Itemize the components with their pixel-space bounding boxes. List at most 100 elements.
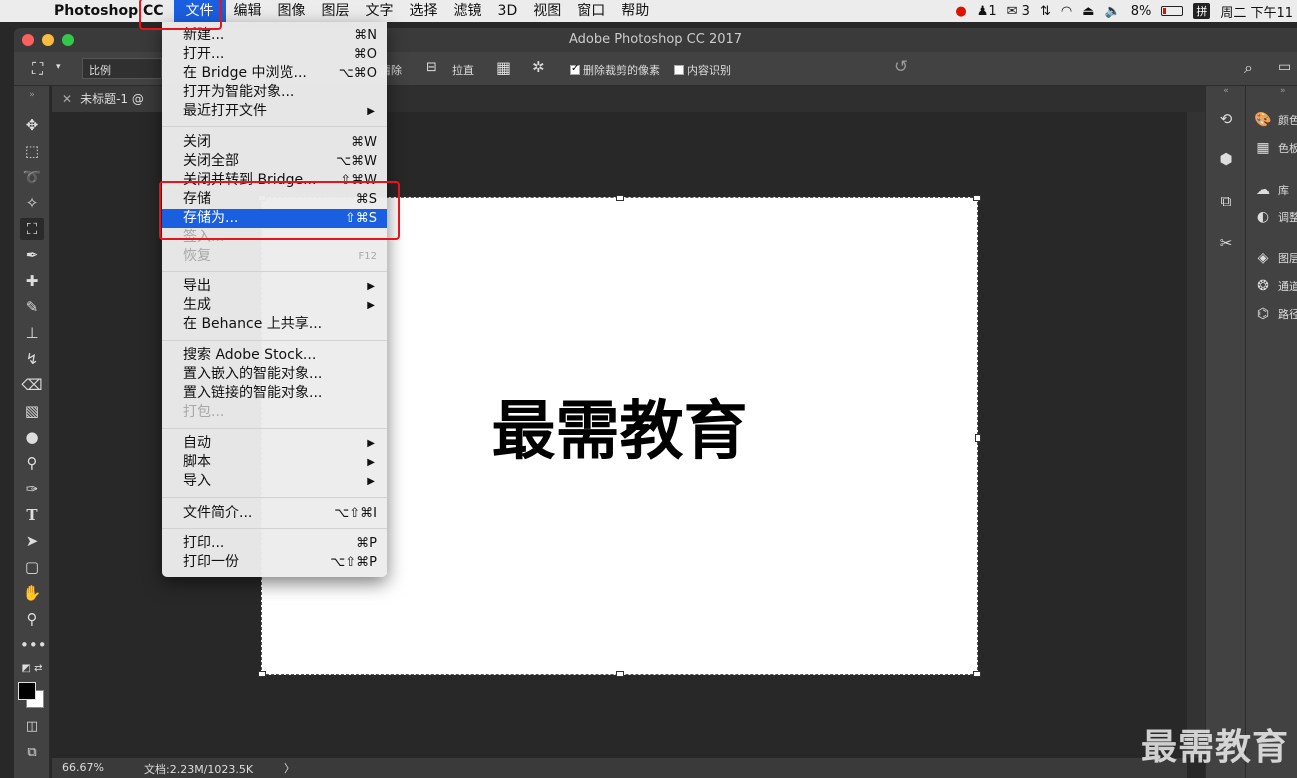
crop-handle-bottom-right[interactable] bbox=[973, 671, 981, 677]
panel-libraries[interactable]: ☁ 库 bbox=[1254, 180, 1289, 200]
lasso-tool-icon[interactable]: ➰ bbox=[20, 166, 44, 188]
eraser-tool-icon[interactable]: ⌫ bbox=[20, 374, 44, 396]
menu-type[interactable]: 文字 bbox=[358, 0, 402, 22]
menu-item-place-linked[interactable]: 置入链接的智能对象... bbox=[162, 384, 387, 403]
collapse-dock-icon[interactable]: « bbox=[1216, 86, 1236, 106]
more-tools-icon[interactable]: ••• bbox=[20, 634, 47, 656]
history-brush-tool-icon[interactable]: ↯ bbox=[20, 348, 44, 370]
menu-item-browse-bridge[interactable]: 在 Bridge 中浏览... ⌥⌘O bbox=[162, 64, 387, 83]
reset-icon[interactable]: ↺ bbox=[894, 57, 908, 77]
blur-tool-icon[interactable]: ● bbox=[20, 426, 44, 448]
zoom-tool-icon[interactable]: ⚲ bbox=[20, 608, 44, 630]
menu-window[interactable]: 窗口 bbox=[569, 0, 613, 22]
healing-brush-tool-icon[interactable]: ✚ bbox=[20, 270, 44, 292]
menu-item-print-one-copy[interactable]: 打印一份 ⌥⇧⌘P bbox=[162, 553, 387, 572]
gear-icon[interactable]: ✲ bbox=[532, 58, 545, 76]
volume-icon[interactable]: 🔈 bbox=[1105, 4, 1121, 19]
dodge-tool-icon[interactable]: ⚲ bbox=[20, 452, 44, 474]
chevron-down-icon[interactable]: ▾ bbox=[56, 62, 61, 72]
marquee-tool-icon[interactable]: ⬚ bbox=[20, 140, 44, 162]
search-icon[interactable]: ⌕ bbox=[1244, 58, 1253, 78]
wechat-icon[interactable]: ✉ 3 bbox=[1007, 4, 1030, 19]
menu-filter[interactable]: 滤镜 bbox=[446, 0, 490, 22]
crop-handle-bottom-left[interactable] bbox=[258, 671, 266, 677]
wifi-icon[interactable]: ◠ bbox=[1061, 4, 1072, 19]
crop-handle-bottom[interactable] bbox=[616, 671, 624, 677]
close-window-button[interactable] bbox=[22, 34, 34, 46]
3d-panel-icon[interactable]: ⬢ bbox=[1216, 150, 1236, 170]
quick-mask-icon[interactable]: ◫ bbox=[20, 716, 44, 738]
hand-tool-icon[interactable]: ✋ bbox=[20, 582, 44, 604]
stamp-tool-icon[interactable]: ⊥ bbox=[20, 322, 44, 344]
panel-swatches[interactable]: ▦ 色板 bbox=[1254, 138, 1297, 158]
workspace-icon[interactable]: ▭ bbox=[1278, 59, 1291, 75]
menu-item-scripts[interactable]: 脚本 ▶ bbox=[162, 453, 387, 472]
battery-icon[interactable] bbox=[1161, 6, 1184, 16]
properties-panel-icon[interactable]: ⧉ bbox=[1216, 192, 1236, 212]
menu-item-place-embedded[interactable]: 置入嵌入的智能对象... bbox=[162, 365, 387, 384]
menu-edit[interactable]: 编辑 bbox=[226, 0, 270, 22]
delete-cropped-pixels-checkbox[interactable]: 删除裁剪的像素 bbox=[570, 62, 660, 78]
input-method-icon[interactable]: 拼 bbox=[1193, 3, 1211, 19]
panel-layers[interactable]: ◈ 图层 bbox=[1254, 248, 1297, 268]
network-icon[interactable]: ⇅ bbox=[1040, 4, 1051, 19]
menu-view[interactable]: 视图 bbox=[525, 0, 569, 22]
crop-ratio-select[interactable]: 比例 bbox=[82, 58, 162, 79]
straighten-button[interactable]: 拉直 bbox=[452, 62, 474, 78]
brush-tool-icon[interactable]: ✎ bbox=[20, 296, 44, 318]
default-colors-icon[interactable]: ◩ ⇄ bbox=[20, 658, 44, 680]
move-tool-icon[interactable]: ✥ bbox=[20, 114, 44, 136]
status-menu-button[interactable]: 〉 bbox=[284, 760, 295, 776]
panel-color[interactable]: 🎨 颜色 bbox=[1254, 110, 1297, 130]
canvas-vertical-scrollbar[interactable] bbox=[1187, 112, 1205, 758]
clock[interactable]: 周二 下午11 bbox=[1220, 2, 1293, 21]
menu-help[interactable]: 帮助 bbox=[613, 0, 657, 22]
crop-handle-top[interactable] bbox=[616, 195, 624, 201]
path-selection-tool-icon[interactable]: ➤ bbox=[20, 530, 44, 552]
menu-item-open-recent[interactable]: 最近打开文件 ▶ bbox=[162, 102, 387, 121]
zoom-window-button[interactable] bbox=[62, 34, 74, 46]
creative-cloud-icon[interactable]: ● bbox=[955, 4, 966, 19]
menu-item-automate[interactable]: 自动 ▶ bbox=[162, 434, 387, 453]
pen-tool-icon[interactable]: ✑ bbox=[20, 478, 44, 500]
zoom-level[interactable]: 66.67% bbox=[62, 761, 104, 774]
content-aware-checkbox[interactable]: 内容识别 bbox=[674, 62, 731, 78]
collapse-panel-icon[interactable]: » bbox=[20, 84, 44, 106]
gradient-tool-icon[interactable]: ▧ bbox=[20, 400, 44, 422]
screen-mode-icon[interactable]: ⧉ bbox=[20, 742, 44, 764]
menu-item-search-stock[interactable]: 搜索 Adobe Stock... bbox=[162, 346, 387, 365]
menu-item-file-info[interactable]: 文件简介... ⌥⇧⌘I bbox=[162, 504, 387, 523]
menu-item-share-behance[interactable]: 在 Behance 上共享... bbox=[162, 315, 387, 334]
menu-item-print[interactable]: 打印... ⌘P bbox=[162, 534, 387, 553]
close-tab-icon[interactable]: ✕ bbox=[62, 92, 72, 106]
eyedropper-tool-icon[interactable]: ✒ bbox=[20, 244, 44, 266]
document-tab[interactable]: ✕未标题-1 @ 66. bbox=[52, 86, 164, 132]
menu-image[interactable]: 图像 bbox=[270, 0, 314, 22]
menu-item-import[interactable]: 导入 ▶ bbox=[162, 472, 387, 491]
eject-icon[interactable]: ⏏ bbox=[1082, 4, 1094, 19]
minimize-window-button[interactable] bbox=[42, 34, 54, 46]
menu-item-open[interactable]: 打开... ⌘O bbox=[162, 45, 387, 64]
shape-tool-icon[interactable]: ▢ bbox=[20, 556, 44, 578]
menu-layer[interactable]: 图层 bbox=[314, 0, 358, 22]
menu-item-generate[interactable]: 生成 ▶ bbox=[162, 296, 387, 315]
magic-wand-tool-icon[interactable]: ✧ bbox=[20, 192, 44, 214]
foreground-color-swatch[interactable] bbox=[18, 682, 36, 700]
menu-item-close[interactable]: 关闭 ⌘W bbox=[162, 133, 387, 152]
menu-3d[interactable]: 3D bbox=[490, 0, 526, 22]
type-tool-icon[interactable]: T bbox=[20, 504, 44, 526]
overlay-grid-icon[interactable]: ▦ bbox=[496, 58, 511, 77]
menu-item-export[interactable]: 导出 ▶ bbox=[162, 277, 387, 296]
menu-item-close-all[interactable]: 关闭全部 ⌥⌘W bbox=[162, 152, 387, 171]
tool-presets-icon[interactable]: ✂ bbox=[1216, 234, 1236, 254]
history-panel-icon[interactable]: ⟲ bbox=[1216, 110, 1236, 130]
menu-select[interactable]: 选择 bbox=[402, 0, 446, 22]
menu-item-open-smart-object[interactable]: 打开为智能对象... bbox=[162, 83, 387, 102]
straighten-icon[interactable]: ⊟ bbox=[426, 60, 437, 75]
crop-tool-icon[interactable]: ⛶ bbox=[20, 218, 44, 240]
panel-adjustments[interactable]: ◐ 调整 bbox=[1254, 207, 1297, 227]
crop-handle-top-right[interactable] bbox=[973, 195, 981, 201]
collapse-panels-icon[interactable]: » bbox=[1280, 86, 1286, 96]
panel-channels[interactable]: ❂ 通道 bbox=[1254, 276, 1297, 296]
crop-tool-preset-icon[interactable]: ⛶ bbox=[32, 59, 43, 79]
